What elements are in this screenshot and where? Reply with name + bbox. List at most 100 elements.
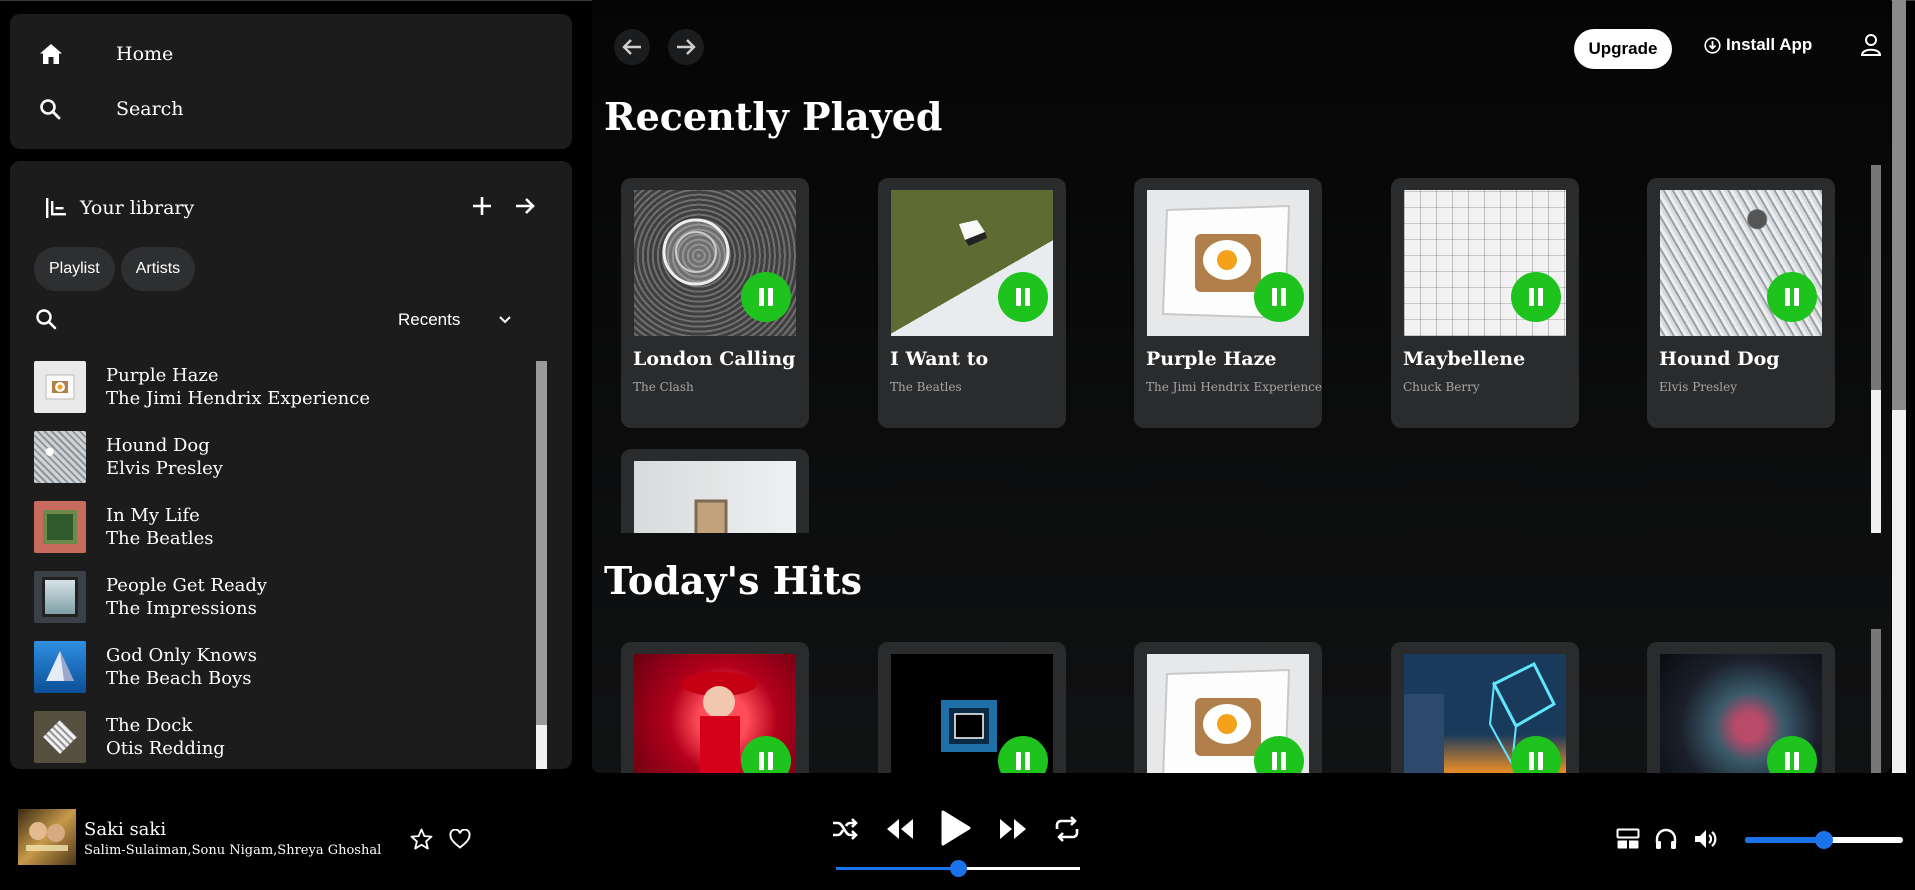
item-title: Purple Haze: [106, 365, 219, 386]
library-filters: Playlist Artists: [34, 247, 196, 291]
volume-slider[interactable]: [1745, 831, 1903, 849]
list-item[interactable]: People Get Ready The Impressions: [34, 569, 534, 625]
library-scrollbar-thumb[interactable]: [536, 361, 547, 725]
seek-bar-knob[interactable]: [950, 860, 967, 877]
card-title: London Calling: [633, 348, 796, 370]
grid-scrollbar-thumb[interactable]: [1871, 165, 1881, 390]
shuffle-icon[interactable]: [831, 816, 859, 842]
search-icon: [38, 97, 62, 121]
item-artist: The Jimi Hendrix Experience: [106, 388, 370, 409]
section-title: Today's Hits: [604, 558, 863, 603]
upgrade-button[interactable]: Upgrade: [1574, 29, 1672, 69]
sidebar-nav-panel: Home Search: [10, 14, 572, 149]
now-playing-artist: Salim-Sulaiman,Sonu Nigam,Shreya Ghoshal: [84, 843, 382, 858]
list-item[interactable]: In My Life The Beatles: [34, 499, 534, 555]
item-artist: The Beach Boys: [106, 668, 252, 689]
item-thumbnail: [34, 361, 86, 413]
sort-label: Recents: [398, 310, 461, 329]
grid-scrollbar-thumb[interactable]: [1871, 629, 1881, 773]
album-card[interactable]: London Calling The Clash: [621, 178, 809, 428]
filter-artists[interactable]: Artists: [120, 247, 196, 291]
album-card[interactable]: [621, 642, 809, 773]
pause-icon: [1528, 288, 1544, 306]
pause-button[interactable]: [1767, 272, 1817, 322]
seek-bar[interactable]: [836, 860, 1080, 877]
item-artist: Elvis Presley: [106, 458, 223, 479]
item-thumbnail: [34, 571, 86, 623]
volume-slider-fill: [1745, 837, 1824, 843]
queue-icon[interactable]: [1616, 828, 1640, 850]
item-title: The Dock: [106, 715, 193, 736]
library-panel: Your library Playlist Artists Recents Pu…: [10, 161, 572, 769]
card-artist: The Beatles: [890, 380, 962, 394]
plus-icon[interactable]: [471, 195, 493, 217]
previous-icon[interactable]: [885, 817, 915, 841]
player-bar: Saki saki Salim-Sulaiman,Sonu Nigam,Shre…: [0, 792, 1915, 890]
chevron-down-icon: [498, 315, 512, 325]
install-app-button[interactable]: Install App: [1704, 35, 1812, 55]
pause-icon: [758, 288, 774, 306]
page-scrollbar-thumb[interactable]: [1892, 0, 1906, 410]
album-card[interactable]: Maybellene Chuck Berry: [1391, 178, 1579, 428]
sort-dropdown[interactable]: Recents: [398, 310, 512, 330]
volume-slider-knob[interactable]: [1815, 831, 1833, 849]
nav-search[interactable]: Search: [38, 97, 184, 121]
forward-button[interactable]: [668, 29, 704, 65]
nav-home[interactable]: Home: [38, 42, 173, 66]
album-card[interactable]: [621, 449, 809, 533]
album-card[interactable]: [878, 642, 1066, 773]
arrow-right-icon[interactable]: [514, 195, 536, 217]
pause-icon: [1271, 752, 1287, 770]
headphones-icon[interactable]: [1654, 828, 1678, 850]
pause-icon: [1784, 752, 1800, 770]
section-title: Recently Played: [604, 94, 943, 139]
album-card[interactable]: I Want to The Beatles: [878, 178, 1066, 428]
repeat-icon[interactable]: [1053, 815, 1081, 843]
play-icon[interactable]: [938, 809, 972, 847]
back-button[interactable]: [614, 29, 650, 65]
next-icon[interactable]: [998, 817, 1028, 841]
pause-button[interactable]: [1511, 272, 1561, 322]
card-artist: Chuck Berry: [1403, 380, 1480, 394]
filter-playlist[interactable]: Playlist: [34, 247, 115, 291]
item-title: Hound Dog: [106, 435, 210, 456]
library-header[interactable]: Your library: [46, 197, 194, 219]
card-title: Hound Dog: [1659, 348, 1780, 370]
item-thumbnail: [34, 431, 86, 483]
album-card[interactable]: [1134, 642, 1322, 773]
list-item[interactable]: Purple Haze The Jimi Hendrix Experience: [34, 359, 534, 415]
arrow-left-icon: [621, 36, 643, 58]
item-thumbnail: [34, 711, 86, 763]
nav-home-label: Home: [116, 43, 174, 65]
album-card[interactable]: Hound Dog Elvis Presley: [1647, 178, 1835, 428]
seek-bar-fill: [836, 867, 958, 870]
album-card[interactable]: Purple Haze The Jimi Hendrix Experience: [1134, 178, 1322, 428]
now-playing-cover: [18, 809, 76, 865]
list-item[interactable]: Hound Dog Elvis Presley: [34, 429, 534, 485]
card-artist: Elvis Presley: [1659, 380, 1737, 394]
album-card[interactable]: [1647, 642, 1835, 773]
nav-search-label: Search: [116, 98, 184, 120]
pause-button[interactable]: [741, 272, 791, 322]
library-search-icon[interactable]: [34, 307, 58, 331]
item-artist: The Impressions: [106, 598, 257, 619]
item-title: In My Life: [106, 505, 200, 526]
list-item[interactable]: The Dock Otis Redding: [34, 709, 534, 765]
album-art: [634, 461, 796, 533]
volume-icon[interactable]: [1693, 828, 1719, 850]
pause-icon: [758, 752, 774, 770]
pause-button[interactable]: [1254, 272, 1304, 322]
user-icon[interactable]: [1860, 33, 1882, 57]
pause-button[interactable]: [998, 272, 1048, 322]
library-icon: [46, 198, 68, 218]
pause-icon: [1528, 752, 1544, 770]
heart-icon[interactable]: [449, 829, 471, 849]
list-item[interactable]: God Only Knows The Beach Boys: [34, 639, 534, 695]
star-icon[interactable]: [410, 828, 433, 850]
item-artist: The Beatles: [106, 528, 214, 549]
card-artist: The Jimi Hendrix Experience: [1146, 380, 1322, 394]
item-thumbnail: [34, 501, 86, 553]
pause-icon: [1271, 288, 1287, 306]
card-title: Maybellene: [1403, 348, 1526, 370]
album-card[interactable]: [1391, 642, 1579, 773]
